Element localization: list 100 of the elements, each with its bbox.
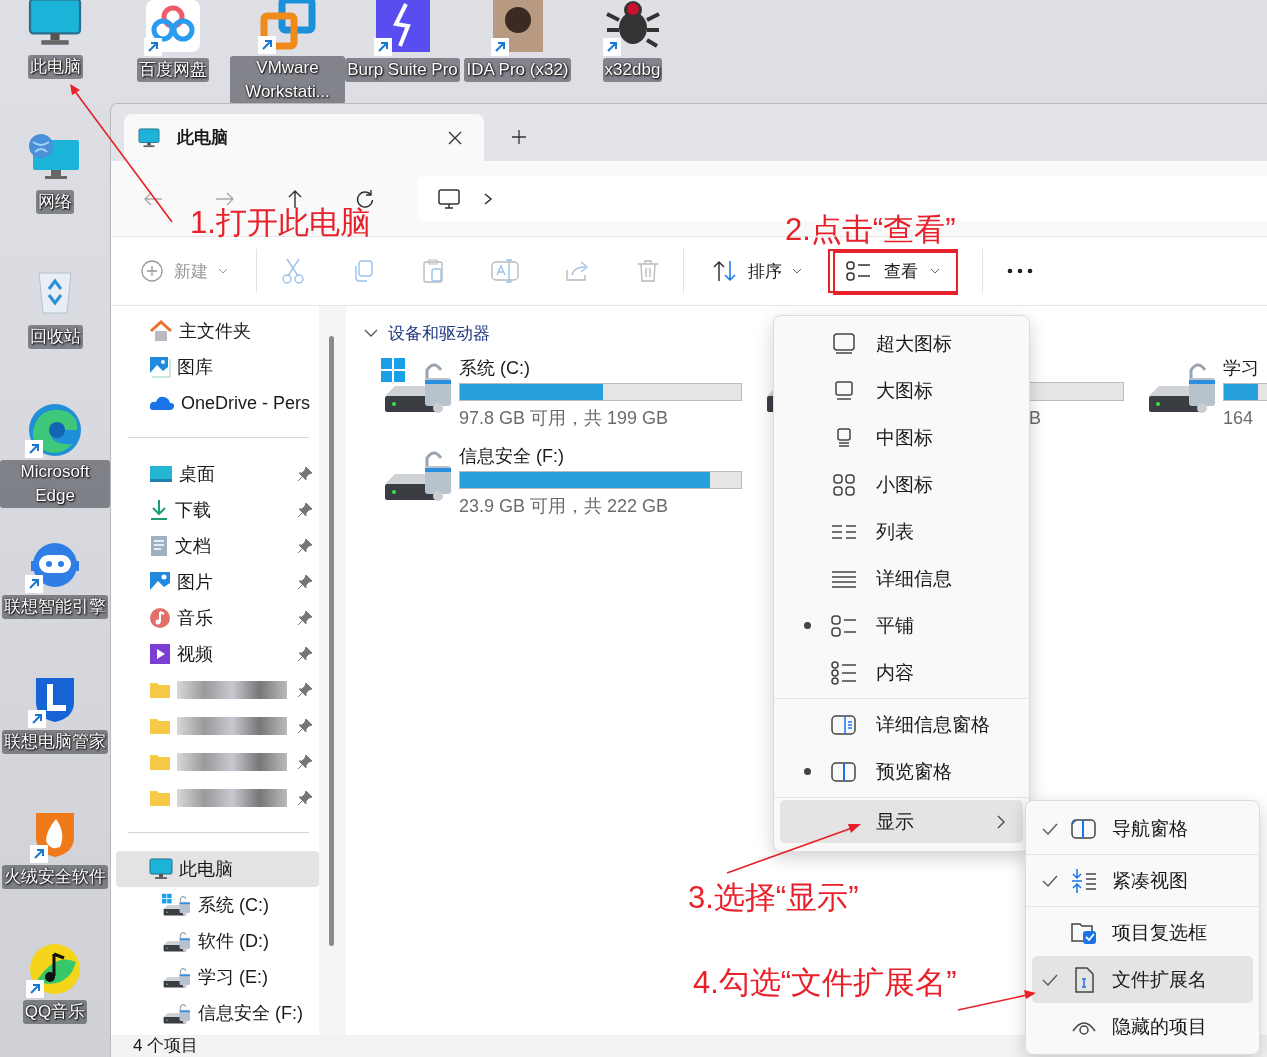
- sidebar-item[interactable]: 图库: [116, 349, 319, 385]
- desktop-shortcut[interactable]: 此电脑: [0, 0, 110, 132]
- sidebar-item[interactable]: 视频: [116, 636, 319, 672]
- desktop-icon-label: QQ音乐: [22, 1000, 88, 1024]
- sidebar-item-label: 软件 (D:): [198, 930, 269, 953]
- menu-item[interactable]: 列表: [780, 508, 1023, 555]
- window-tab[interactable]: 此电脑: [124, 114, 484, 161]
- close-icon[interactable]: [448, 130, 462, 145]
- desktop-shortcut[interactable]: 百度网盘: [115, 0, 230, 103]
- sidebar-item[interactable]: 学习 (E:): [116, 959, 319, 995]
- more-options-icon[interactable]: [1007, 268, 1033, 274]
- desktop-shortcut[interactable]: 联想电脑管家: [0, 672, 110, 807]
- menu-item-label: 平铺: [876, 613, 914, 638]
- menu-item-label: 超大图标: [876, 331, 952, 356]
- sort-button[interactable]: 排序: [708, 251, 806, 291]
- monitor-icon: [138, 127, 160, 148]
- folder-icon: [149, 681, 171, 699]
- sidebar-item-label: 图片: [177, 571, 213, 594]
- desktop-shortcut[interactable]: 联想智能引擎: [0, 537, 110, 672]
- menu-item[interactable]: 文件扩展名: [1032, 956, 1253, 1003]
- section-header[interactable]: 设备和驱动器: [360, 320, 490, 346]
- sidebar-item[interactable]: 主文件夹: [116, 313, 319, 349]
- sidebar-item[interactable]: 系统 (C:): [116, 887, 319, 923]
- menu-item-label: 大图标: [876, 378, 933, 403]
- pin-icon: [297, 790, 313, 806]
- music-note-icon: [28, 942, 82, 996]
- annotation-text: 1.打开此电脑: [190, 205, 371, 241]
- view-button[interactable]: 查看: [828, 249, 958, 293]
- sidebar-item[interactable]: 文档: [116, 528, 319, 564]
- download-icon: [149, 499, 169, 521]
- clipboard-icon[interactable]: [421, 258, 445, 284]
- music-note-icon: [149, 607, 171, 629]
- annotation-text: 2.点击“查看”: [785, 212, 956, 248]
- sidebar-item[interactable]: 桌面: [116, 456, 319, 492]
- sidebar-item-label: 此电脑: [179, 858, 233, 881]
- menu-item[interactable]: 导航窗格: [1032, 805, 1253, 852]
- scrollbar-thumb[interactable]: [329, 336, 334, 946]
- menu-item-label: 隐藏的项目: [1112, 1014, 1207, 1039]
- desktop-icon: [149, 465, 173, 483]
- menu-item-label: 小图标: [876, 472, 933, 497]
- extra-large-icons-icon: [832, 331, 856, 356]
- menu-item-label: 详细信息: [876, 566, 952, 591]
- drive-name: 信息安全 (F:): [459, 445, 565, 468]
- menu-item[interactable]: 详细信息窗格: [780, 701, 1023, 748]
- desktop-shortcut[interactable]: x32dbg: [575, 0, 690, 103]
- desktop-icon-label: 回收站: [27, 325, 83, 349]
- annotation-text: 3.选择“显示”: [688, 880, 859, 916]
- menu-item-label: 导航窗格: [1112, 816, 1188, 841]
- desktop-shortcut[interactable]: 网络: [0, 132, 110, 267]
- menu-item[interactable]: 详细信息: [780, 555, 1023, 602]
- picture-icon: [149, 571, 171, 593]
- menu-item[interactable]: 隐藏的项目: [1032, 1003, 1253, 1050]
- menu-item[interactable]: 平铺: [780, 602, 1023, 649]
- desktop-shortcut[interactable]: 回收站: [0, 267, 110, 402]
- drive-tile[interactable]: 系统 (C:) 97.8 GB 可用，共 199 GB: [381, 356, 763, 431]
- new-tab-icon[interactable]: [511, 129, 527, 145]
- menu-item-label: 详细信息窗格: [876, 712, 990, 737]
- compact-view-icon: [1071, 867, 1097, 894]
- drive-icon: [162, 929, 192, 953]
- forward-arrow-icon[interactable]: [215, 190, 235, 207]
- menu-item[interactable]: 中图标: [780, 414, 1023, 461]
- drive-icon: [162, 893, 192, 917]
- sort-arrows-icon: [712, 260, 738, 282]
- desktop-shortcut[interactable]: 火绒安全软件: [0, 807, 110, 942]
- sidebar-item[interactable]: OneDrive - Pers: [116, 385, 319, 421]
- portrait-placeholder: [492, 0, 543, 52]
- menu-item[interactable]: 项目复选框: [1032, 909, 1253, 956]
- desktop-shortcut[interactable]: Burp Suite Pro: [345, 0, 460, 103]
- desktop-shortcut[interactable]: Microsoft Edge: [0, 402, 110, 537]
- up-arrow-icon[interactable]: [287, 188, 303, 209]
- sidebar-item[interactable]: 下载: [116, 492, 319, 528]
- menu-item[interactable]: 小图标: [780, 461, 1023, 508]
- desktop-shortcut[interactable]: QQ音乐: [0, 942, 110, 1057]
- desktop-shortcut[interactable]: VMware Workstati...: [230, 0, 345, 103]
- menu-item-label: 紧凑视图: [1112, 868, 1188, 893]
- checkmark-icon: [1042, 822, 1058, 835]
- sidebar-item[interactable]: 信息安全 (F:): [116, 995, 319, 1031]
- menu-item[interactable]: 紧凑视图: [1032, 857, 1253, 904]
- menu-item[interactable]: 预览窗格: [780, 748, 1023, 795]
- desktop-icon-label: VMware Workstati...: [230, 56, 345, 104]
- menu-item[interactable]: 显示: [780, 800, 1023, 843]
- item-count: 4 个项目: [133, 1036, 199, 1055]
- drive-tile[interactable]: 学习 164: [1145, 356, 1267, 431]
- drive-usage: 97.8 GB 可用，共 199 GB: [459, 407, 670, 430]
- sidebar-item[interactable]: 图片: [116, 564, 319, 600]
- pin-icon: [297, 754, 313, 770]
- sidebar-item[interactable]: 此电脑: [116, 851, 319, 887]
- menu-item[interactable]: 超大图标: [780, 320, 1023, 367]
- video-icon: [149, 643, 171, 665]
- menu-item[interactable]: 内容: [780, 649, 1023, 696]
- sidebar-item[interactable]: 音乐: [116, 600, 319, 636]
- desktop-shortcut[interactable]: IDA Pro (x32): [460, 0, 575, 103]
- drive-tile[interactable]: 信息安全 (F:) 23.9 GB 可用，共 222 GB: [381, 444, 763, 519]
- tab-title: 此电脑: [177, 127, 229, 149]
- menu-item[interactable]: 大图标: [780, 367, 1023, 414]
- sidebar-item[interactable]: 软件 (D:): [116, 923, 319, 959]
- refresh-icon[interactable]: [355, 188, 375, 209]
- pin-icon: [297, 646, 313, 662]
- pin-icon: [297, 538, 313, 554]
- lightning-icon: [375, 0, 430, 52]
